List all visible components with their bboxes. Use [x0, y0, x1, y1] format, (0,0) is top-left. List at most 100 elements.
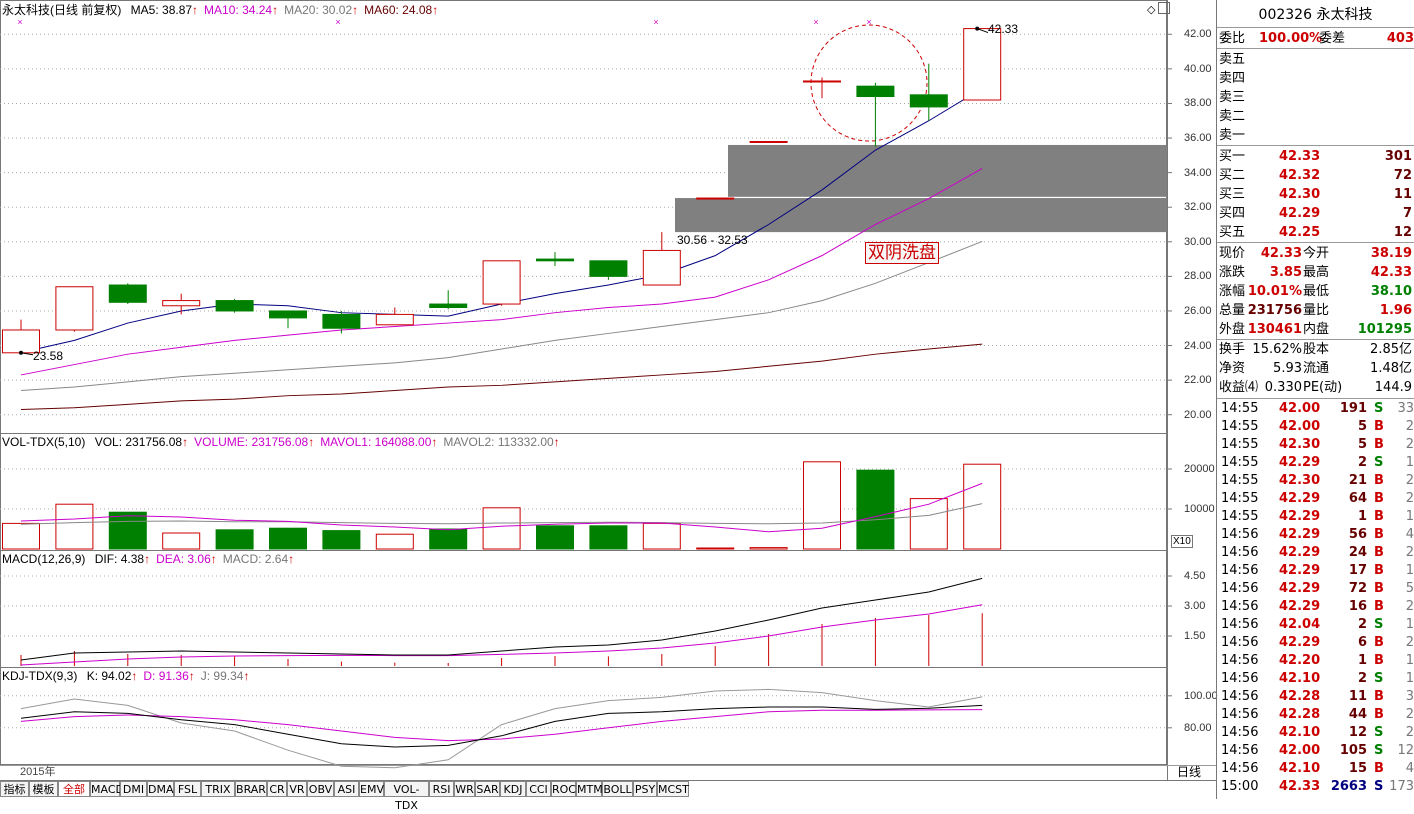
tab-fsl[interactable]: FSL [174, 781, 201, 797]
window-box-icon[interactable] [1158, 2, 1170, 14]
tab-boll[interactable]: BOLL [602, 781, 633, 797]
ask-row: 卖一 [1217, 126, 1414, 145]
tab-rsi[interactable]: RSI [429, 781, 454, 797]
tab-wr[interactable]: WR [454, 781, 475, 797]
ask-label: 卖二 [1219, 109, 1246, 124]
volume-bar [375, 533, 414, 550]
tick-side: S [1374, 617, 1384, 632]
main-y-tick-label: 30.00 [1184, 235, 1212, 248]
tick-count: 2 [1405, 437, 1414, 452]
tab-dmi[interactable]: DMI [120, 781, 147, 797]
kdj-y-tick-label: 100.00 [1184, 689, 1218, 702]
tick-count: 1 [1405, 671, 1414, 686]
tab-trix[interactable]: TRIX [201, 781, 235, 797]
tab-cr[interactable]: CR [267, 781, 287, 797]
tick-count: 3 [1405, 689, 1414, 704]
tick-time: 14:56 [1221, 653, 1259, 668]
tick-row: 15:00 42.33 2663 S 173 [1217, 778, 1414, 796]
tick-volume: 2 [1357, 455, 1367, 470]
stat-label: PE(动) [1303, 380, 1343, 395]
tick-price: 42.28 [1279, 707, 1321, 722]
tick-row: 14:56 42.29 72 B 5 [1217, 580, 1414, 598]
tick-row: 14:56 42.28 44 B 2 [1217, 706, 1414, 724]
ask-row: 卖二 [1217, 107, 1414, 126]
tab-dma[interactable]: DMA [147, 781, 174, 797]
stat-value: 3.85 [1269, 265, 1302, 280]
tick-row: 14:56 42.29 56 B 4 [1217, 526, 1414, 544]
vol-legend-item: MAVOL2: 113332.00 [443, 435, 554, 449]
collapse-icon[interactable]: ◇ [1147, 3, 1155, 17]
tab-obv[interactable]: OBV [307, 781, 334, 797]
main-y-tick-label: 28.00 [1184, 270, 1212, 283]
tick-price: 42.29 [1279, 599, 1321, 614]
up-arrow-icon: ↑ [192, 3, 199, 17]
bid-volume: 301 [1384, 149, 1412, 164]
tab-cci[interactable]: CCI [526, 781, 551, 797]
high-price-marker: 42.33 [988, 22, 1019, 36]
tick-count: 1 [1405, 455, 1414, 470]
stat-value: 130461 [1247, 322, 1302, 337]
up-arrow-icon: ↑ [182, 435, 189, 449]
stat-value: 5.93 [1273, 361, 1302, 376]
main-y-tick-label: 36.00 [1184, 132, 1212, 145]
tick-side: B [1374, 563, 1384, 578]
tick-time: 14:55 [1221, 473, 1259, 488]
volume-bar [589, 525, 628, 550]
tick-volume: 1 [1357, 509, 1367, 524]
tick-side: B [1374, 761, 1384, 776]
tab-sar[interactable]: SAR [475, 781, 500, 797]
macd-legend-item: DIF: 4.38 [94, 552, 145, 566]
volume-bar [108, 511, 147, 550]
tick-time: 14:56 [1221, 707, 1259, 722]
bid-volume: 7 [1402, 206, 1412, 221]
volume-bar [803, 461, 841, 550]
stat-value: 231756 [1247, 303, 1302, 318]
candle-body [55, 286, 94, 331]
tick-count: 5 [1405, 581, 1414, 596]
period-label[interactable]: 日线 [1177, 765, 1201, 779]
k-line [20, 704, 983, 748]
volume-bar [429, 528, 468, 550]
tab-vr[interactable]: VR [287, 781, 307, 797]
vol-legend-item: MAVOL1: 164088.00 [320, 435, 432, 449]
tab-asi[interactable]: ASI [334, 781, 359, 797]
stat-value: 42.33 [1370, 265, 1412, 280]
weibi-row: 委比 100.00% 委差 403 [1217, 29, 1414, 48]
vol-unit-badge: X10 [1171, 535, 1193, 548]
tick-price: 42.28 [1279, 689, 1321, 704]
tick-count: 2 [1405, 635, 1414, 650]
ma-legend: MA10: 34.24 [204, 3, 273, 17]
price-zone-upper [728, 144, 1167, 197]
tick-row: 14:55 42.30 21 B 2 [1217, 472, 1414, 490]
stat-value: 144.9 [1374, 380, 1412, 395]
tab-brar[interactable]: BRAR [235, 781, 267, 797]
tick-count: 173 [1389, 779, 1414, 794]
quote-panel: 002326 永太科技 委比 100.00% 委差 403 卖五 卖四 卖三 卖二 卖一… [1217, 0, 1414, 799]
tab-mtm[interactable]: MTM [576, 781, 603, 797]
bid-label: 买四 [1219, 206, 1246, 221]
tab-roc[interactable]: ROC [551, 781, 576, 797]
tab-emv[interactable]: EMV [359, 781, 384, 797]
stat-label: 涨跌 [1219, 265, 1246, 280]
tab-全部[interactable]: 全部 [58, 781, 90, 797]
tab-mcst[interactable]: MCST [657, 781, 689, 797]
volume-bar [536, 525, 574, 550]
tick-price: 42.29 [1279, 491, 1321, 506]
tab-psy[interactable]: PSY [633, 781, 657, 797]
bid-row: 买四 42.29 7 [1217, 204, 1414, 223]
tab-指标[interactable]: 指标 [0, 781, 29, 797]
tick-time: 14:56 [1221, 599, 1259, 614]
marker-x-icon: × [813, 17, 818, 27]
tab-macd[interactable]: MACD [90, 781, 124, 797]
stat-label: 最低 [1303, 284, 1330, 299]
tick-time: 14:55 [1221, 509, 1259, 524]
tab-模板[interactable]: 模板 [29, 781, 58, 797]
tick-time: 14:56 [1221, 725, 1259, 740]
tab-vol-tdx[interactable]: VOL-TDX [384, 781, 429, 812]
price-zone-lower [675, 198, 1167, 233]
tab-kdj[interactable]: KDJ [500, 781, 526, 797]
stat-value: 1.96 [1379, 303, 1412, 318]
tick-side: S [1374, 743, 1384, 758]
up-arrow-icon: ↑ [431, 435, 438, 449]
macd-y-tick-label: 1.50 [1184, 630, 1206, 642]
